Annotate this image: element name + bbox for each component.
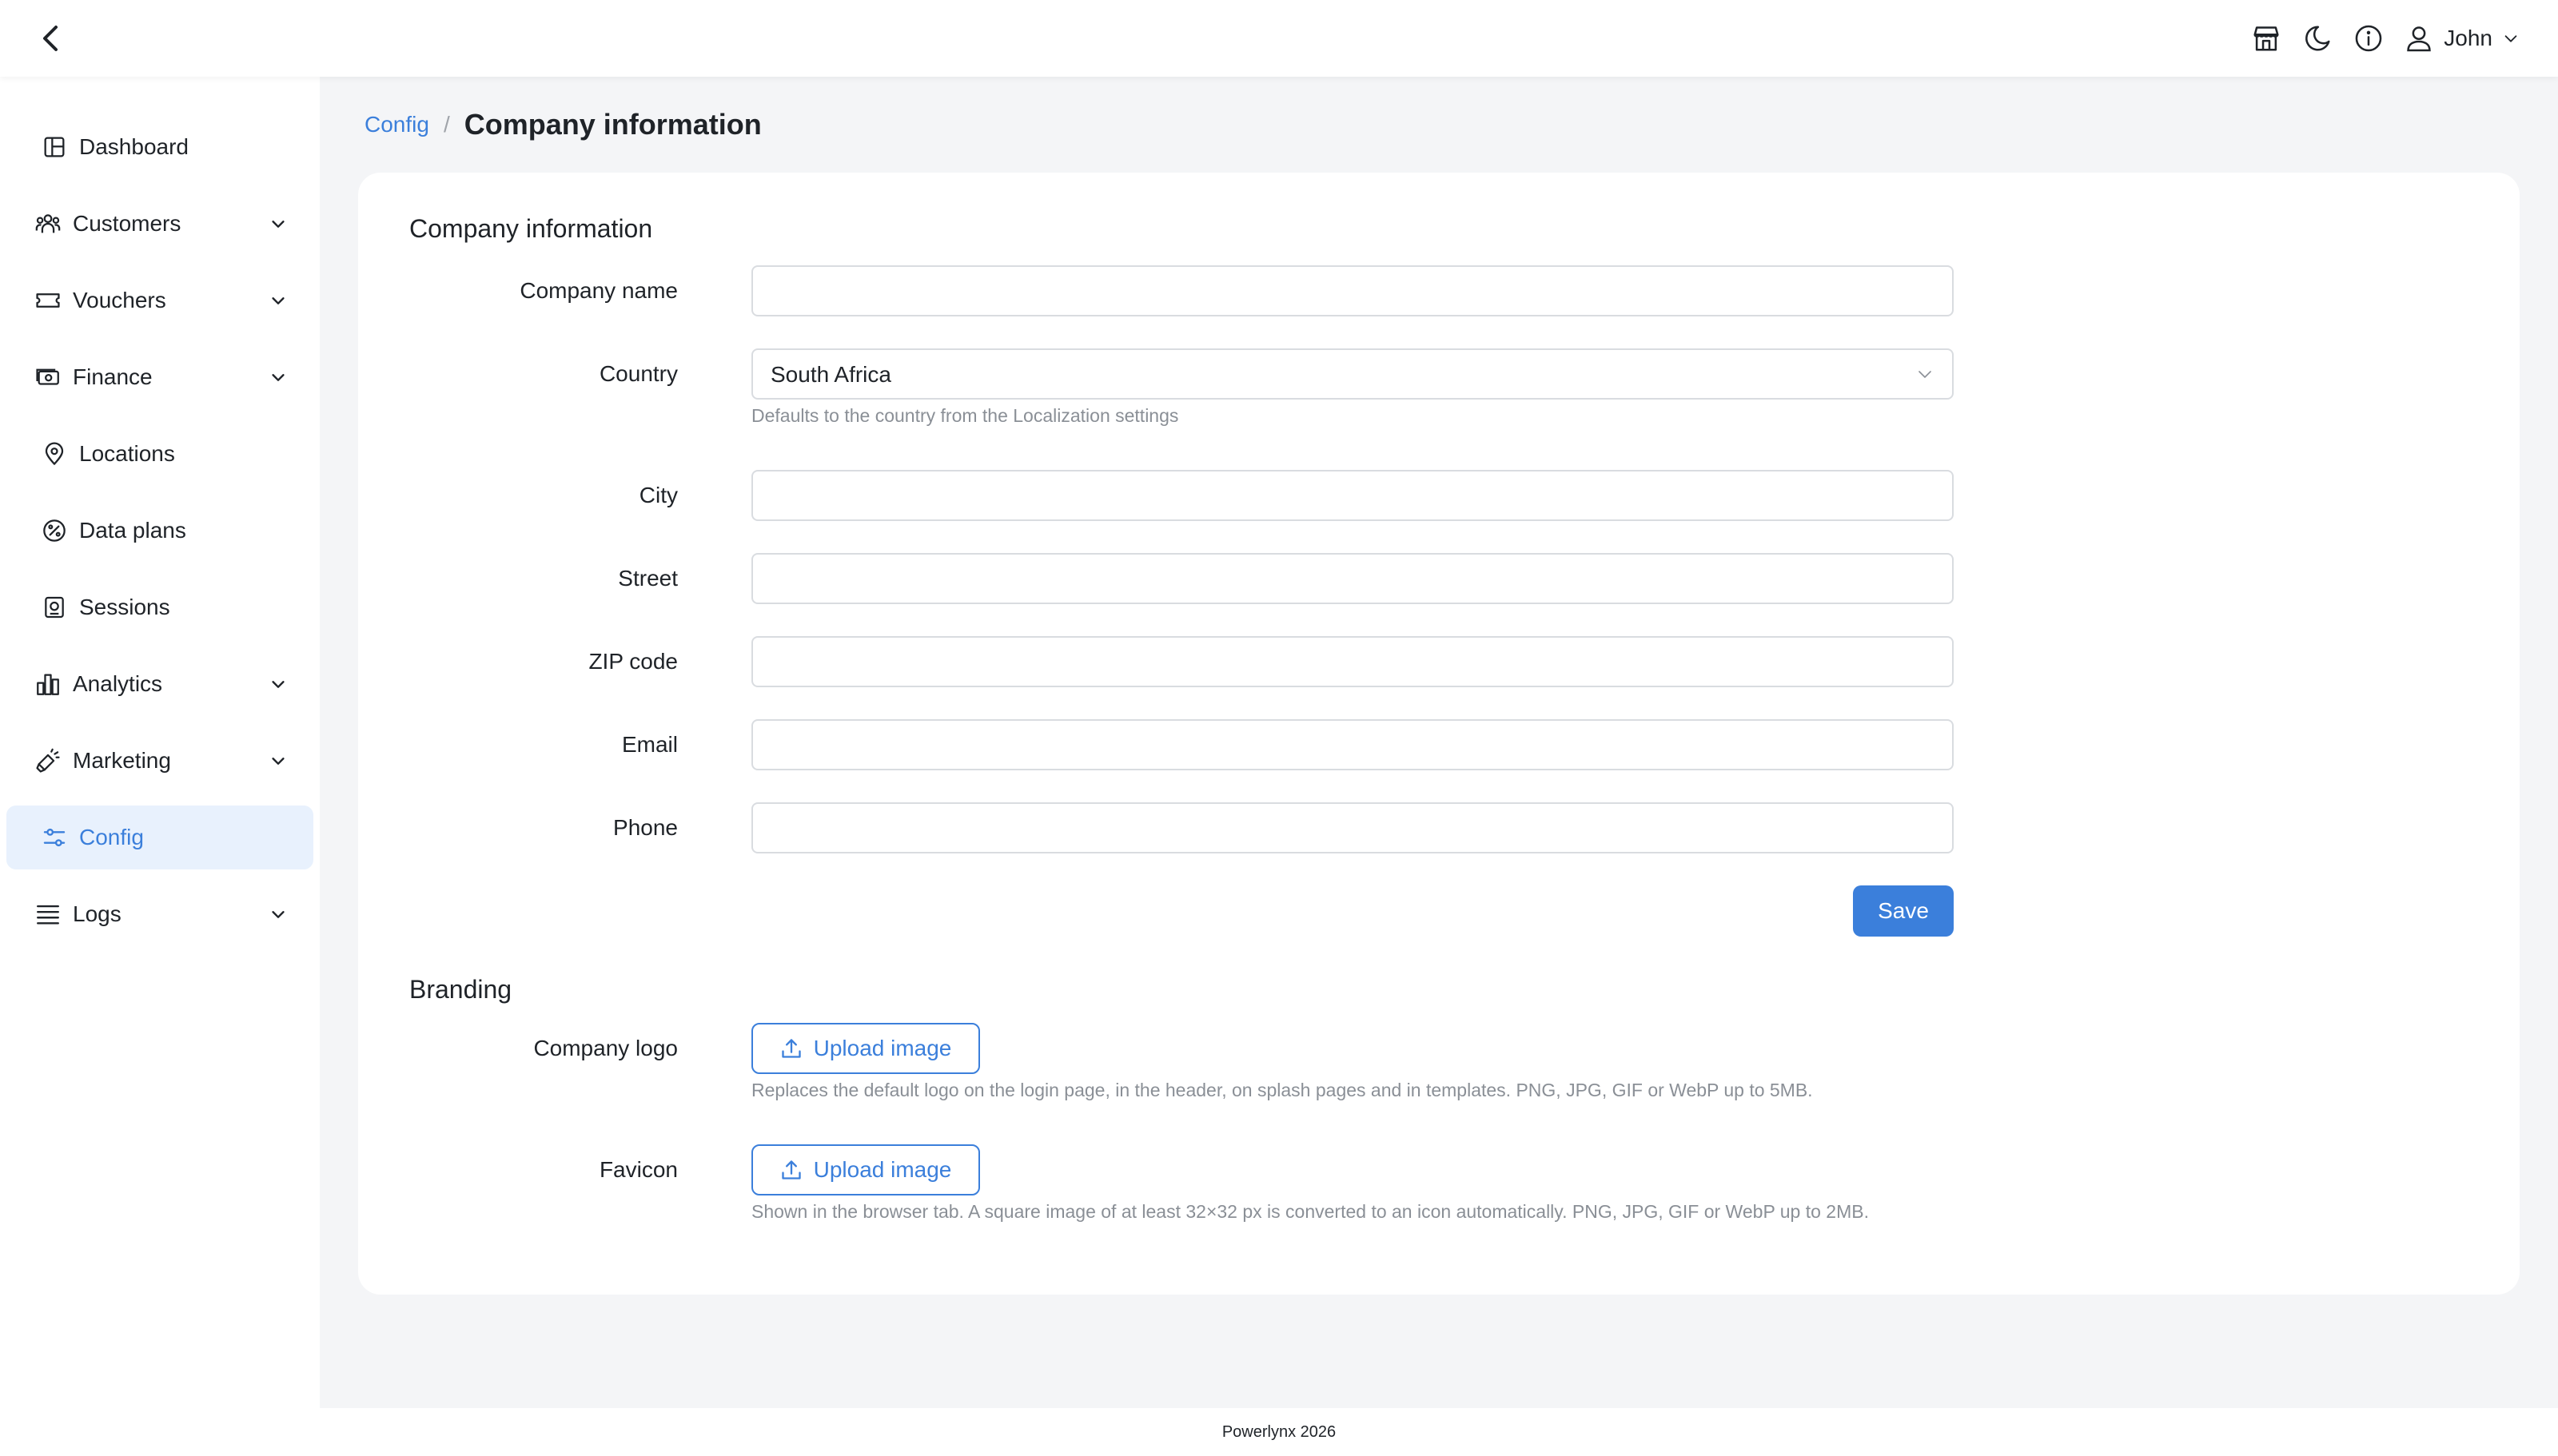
footer-text: Powerlynx 2026 <box>1221 1423 1337 1441</box>
sidebar-item-vouchers[interactable]: Vouchers <box>6 269 313 332</box>
company-section-title: Company information <box>409 214 653 243</box>
chevron-down-icon <box>1914 363 1936 385</box>
chevron-down-icon <box>267 289 289 312</box>
sidebar-item-label: Marketing <box>73 748 171 773</box>
sidebar-item-label: Customers <box>73 211 181 236</box>
upload-icon <box>781 1160 801 1180</box>
email-input[interactable] <box>751 719 1954 770</box>
sidebar-item-label: Locations <box>79 441 175 466</box>
ticket-icon <box>32 284 64 316</box>
company-logo-upload-button[interactable]: Upload image <box>751 1023 980 1074</box>
street-input[interactable] <box>751 553 1954 604</box>
sidebar-item-sessions[interactable]: Sessions <box>6 575 313 639</box>
zip-code-label: ZIP code <box>588 649 678 674</box>
map-pin-icon <box>38 438 70 470</box>
sidebar-item-label: Data plans <box>79 518 186 543</box>
store-button[interactable] <box>2250 22 2282 54</box>
sidebar-item-locations[interactable]: Locations <box>6 422 313 486</box>
company-logo-label: Company logo <box>533 1036 678 1060</box>
sidebar-item-logs[interactable]: Logs <box>6 882 313 946</box>
user-icon <box>2407 26 2432 52</box>
favicon-hint: Shown in the browser tab. A square image… <box>751 1201 1869 1222</box>
company-name-label: Company name <box>520 278 678 303</box>
sidebar-item-finance[interactable]: Finance <box>6 345 313 409</box>
phone-input[interactable] <box>751 802 1954 853</box>
chevron-down-icon <box>267 750 289 772</box>
city-input[interactable] <box>751 470 1954 521</box>
chevron-down-icon <box>267 903 289 925</box>
user-name: John <box>2444 26 2492 50</box>
sidebar-item-label: Finance <box>73 364 153 389</box>
email-label: Email <box>621 732 678 757</box>
store-icon <box>2253 26 2279 51</box>
sidebar-item-label: Sessions <box>79 595 170 619</box>
megaphone-icon <box>32 745 64 777</box>
footer: Powerlynx 2026 <box>0 1408 2558 1456</box>
company-logo-hint: Replaces the default logo on the login p… <box>751 1080 1813 1100</box>
sidebar-item-analytics[interactable]: Analytics <box>6 652 313 716</box>
dashboard-icon <box>38 131 70 163</box>
sliders-icon <box>38 821 70 853</box>
favicon-label: Favicon <box>599 1157 678 1182</box>
breadcrumb-separator: / <box>443 112 450 137</box>
breadcrumb-config-link[interactable]: Config <box>365 112 429 137</box>
sidebar-item-label: Dashboard <box>79 134 189 159</box>
page-title: Company information <box>464 108 762 141</box>
favicon-upload-button[interactable]: Upload image <box>751 1144 980 1195</box>
cash-icon <box>32 361 64 393</box>
sidebar-item-data-plans[interactable]: Data plans <box>6 499 313 563</box>
sessions-icon <box>38 591 70 623</box>
sidebar-item-customers[interactable]: Customers <box>6 192 313 256</box>
zip-code-input[interactable] <box>751 636 1954 687</box>
phone-label: Phone <box>613 815 678 840</box>
save-button[interactable]: Save <box>1853 885 1954 937</box>
city-label: City <box>639 483 678 507</box>
back-button[interactable] <box>32 19 70 58</box>
info-button[interactable] <box>2353 22 2385 54</box>
branding-section-title: Branding <box>409 975 512 1004</box>
street-label: Street <box>618 566 678 591</box>
country-select[interactable]: South Africa <box>751 348 1954 400</box>
sidebar: Dashboard Customers Vouchers Finance Loc… <box>0 77 320 1408</box>
top-bar: John <box>0 0 2558 77</box>
sidebar-item-label: Vouchers <box>73 288 166 312</box>
settings-card: Company information Company name Country… <box>358 173 2520 1295</box>
theme-toggle-button[interactable] <box>2301 22 2333 54</box>
chevron-down-icon <box>267 213 289 235</box>
chevron-down-icon <box>267 673 289 695</box>
gauge-icon <box>38 515 70 547</box>
breadcrumb: Config / Company information <box>365 105 762 144</box>
bar-chart-icon <box>32 668 64 700</box>
company-name-input[interactable] <box>751 265 1954 316</box>
upload-icon <box>781 1039 801 1058</box>
sidebar-item-config[interactable]: Config <box>6 806 313 869</box>
sidebar-item-dashboard[interactable]: Dashboard <box>6 115 313 179</box>
list-icon <box>32 898 64 930</box>
top-actions: John <box>2250 19 2520 58</box>
sidebar-item-label: Logs <box>73 901 122 926</box>
sidebar-item-marketing[interactable]: Marketing <box>6 729 313 793</box>
sidebar-item-label: Config <box>79 825 144 849</box>
country-label: Country <box>599 361 678 386</box>
info-icon <box>2355 25 2382 52</box>
moon-icon <box>2305 26 2330 51</box>
country-select-value: South Africa <box>771 362 891 387</box>
user-menu[interactable]: John <box>2404 23 2520 54</box>
chevron-left-icon <box>43 26 58 51</box>
sidebar-item-label: Analytics <box>73 671 163 696</box>
upload-button-label: Upload image <box>813 1036 952 1060</box>
country-hint: Defaults to the country from the Localiz… <box>751 405 1179 426</box>
chevron-down-icon <box>267 366 289 388</box>
chevron-down-icon <box>2504 35 2517 42</box>
upload-button-label: Upload image <box>813 1157 952 1182</box>
users-icon <box>32 208 64 240</box>
